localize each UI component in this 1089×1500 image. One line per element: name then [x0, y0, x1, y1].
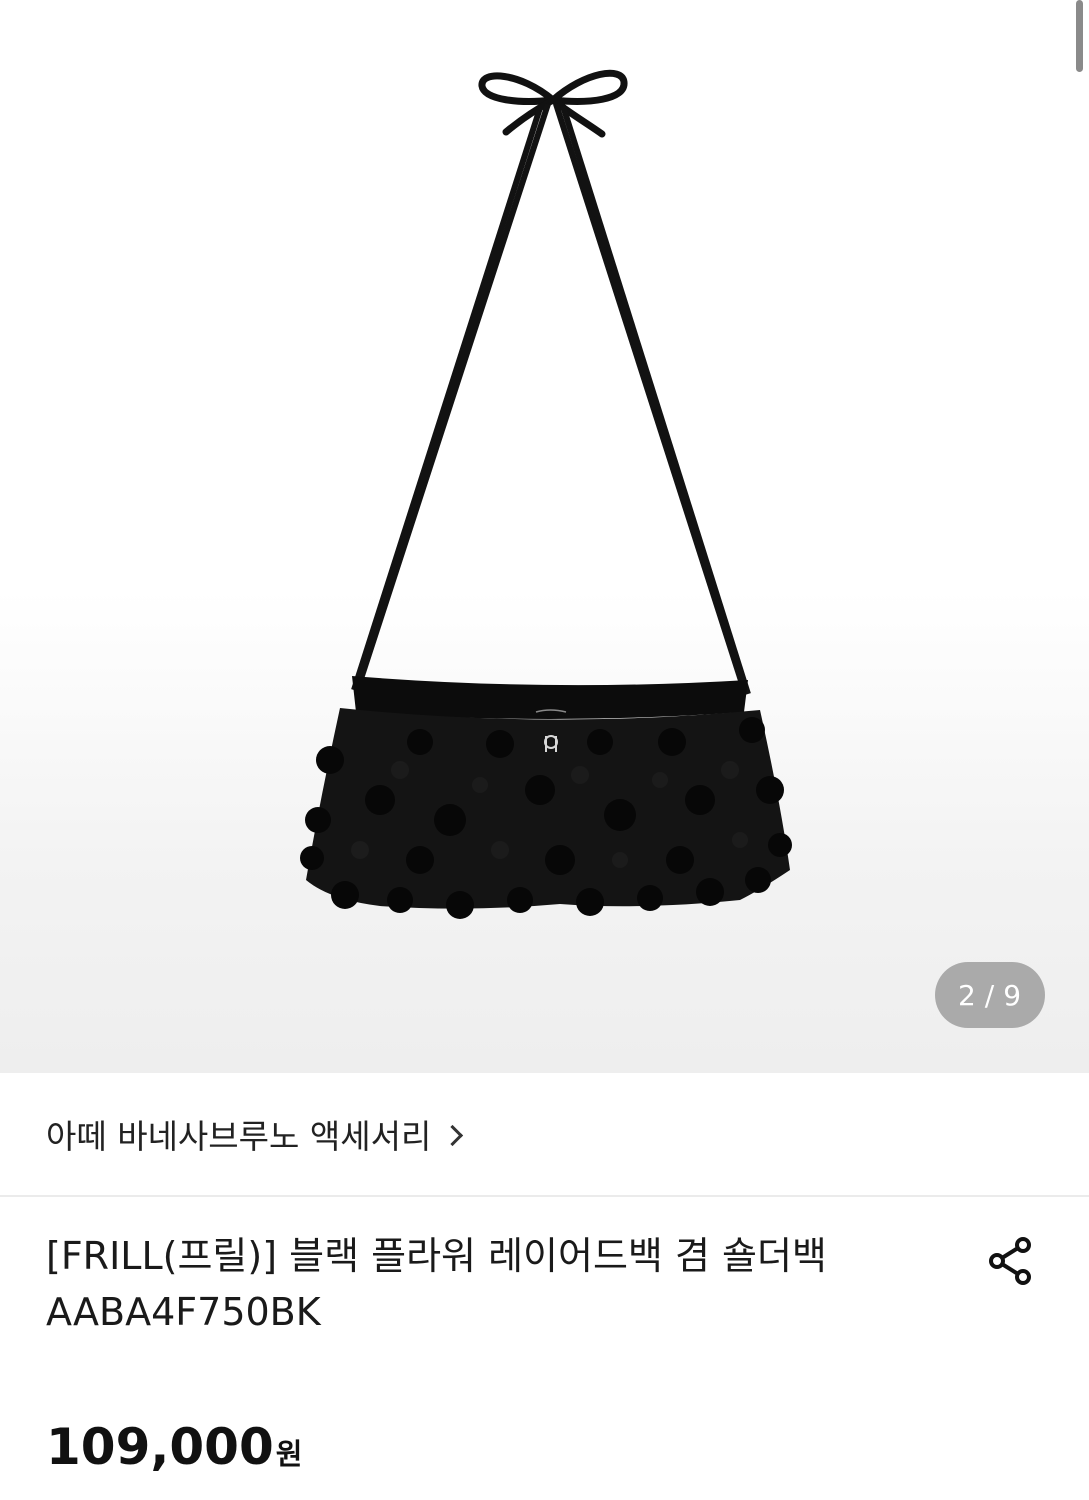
price: 109,000 원	[46, 1418, 302, 1476]
brand-label: 아떼 바네사브루노 액세서리	[46, 1117, 432, 1156]
product-title-line1: [FRILL(프릴)] 블랙 플라워 레이어드백 겸 숄더백	[46, 1234, 827, 1278]
share-icon	[989, 1237, 1031, 1285]
product-image-gallery[interactable]: 2 / 9	[0, 0, 1089, 1073]
pager-separator: /	[984, 978, 996, 1012]
price-value: 109,000	[46, 1418, 274, 1476]
product-image	[300, 69, 792, 919]
pager-total: 9	[1003, 978, 1023, 1012]
scrollbar[interactable]	[1076, 0, 1083, 72]
brand-row: 아떼 바네사브루노 액세서리	[0, 1073, 1089, 1197]
product-title-line2: AABA4F750BK	[46, 1290, 321, 1334]
price-currency: 원	[275, 1437, 303, 1471]
share-button[interactable]	[985, 1235, 1037, 1287]
product-title: [FRILL(프릴)] 블랙 플라워 레이어드백 겸 숄더백 AABA4F750…	[46, 1228, 936, 1340]
pager-current: 2	[957, 978, 977, 1012]
image-pager-indicator: 2 / 9	[935, 962, 1045, 1028]
product-title-block: [FRILL(프릴)] 블랙 플라워 레이어드백 겸 숄더백 AABA4F750…	[46, 1228, 936, 1340]
product-detail-page: 2 / 9 아떼 바네사브루노 액세서리 [FRILL(프릴)] 블랙 플라워 …	[0, 0, 1089, 1500]
brand-link[interactable]: 아떼 바네사브루노 액세서리	[46, 1110, 464, 1158]
chevron-right-icon	[442, 1124, 464, 1146]
